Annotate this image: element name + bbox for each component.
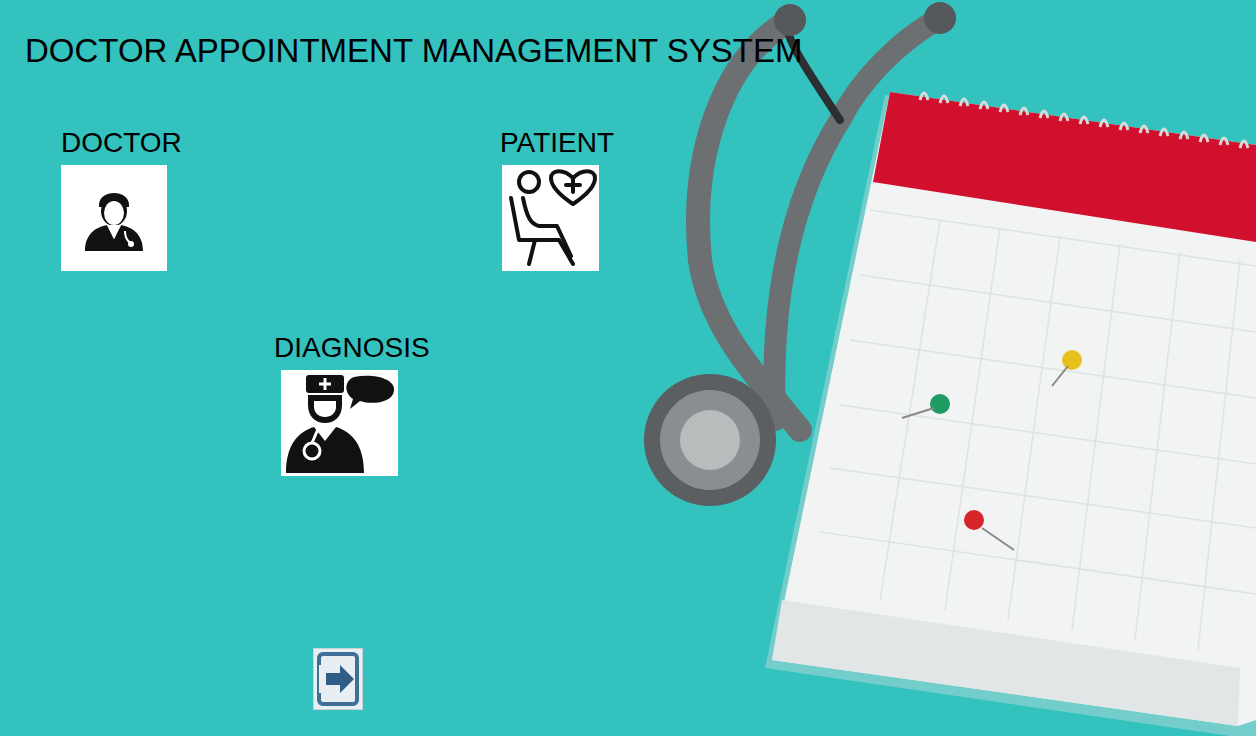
patient-module[interactable]: PATIENT (500, 126, 614, 271)
diagnosis-label: DIAGNOSIS (274, 331, 430, 365)
diagnosis-module[interactable]: DIAGNOSIS (274, 331, 430, 476)
doctor-label: DOCTOR (61, 126, 182, 160)
patient-label: PATIENT (500, 126, 614, 160)
patient-icon[interactable] (502, 165, 599, 271)
app-title: DOCTOR APPOINTMENT MANAGEMENT SYSTEM (25, 31, 1256, 71)
exit-button[interactable] (313, 648, 363, 710)
stethoscope-calendar-photo-icon (0, 0, 1256, 736)
exit-icon (316, 651, 360, 707)
doctor-module[interactable]: DOCTOR (61, 126, 182, 271)
diagnosis-icon[interactable] (281, 370, 398, 476)
doctor-icon[interactable] (61, 165, 167, 271)
main-window: DOCTOR APPOINTMENT MANAGEMENT SYSTEM DOC… (0, 0, 1256, 736)
